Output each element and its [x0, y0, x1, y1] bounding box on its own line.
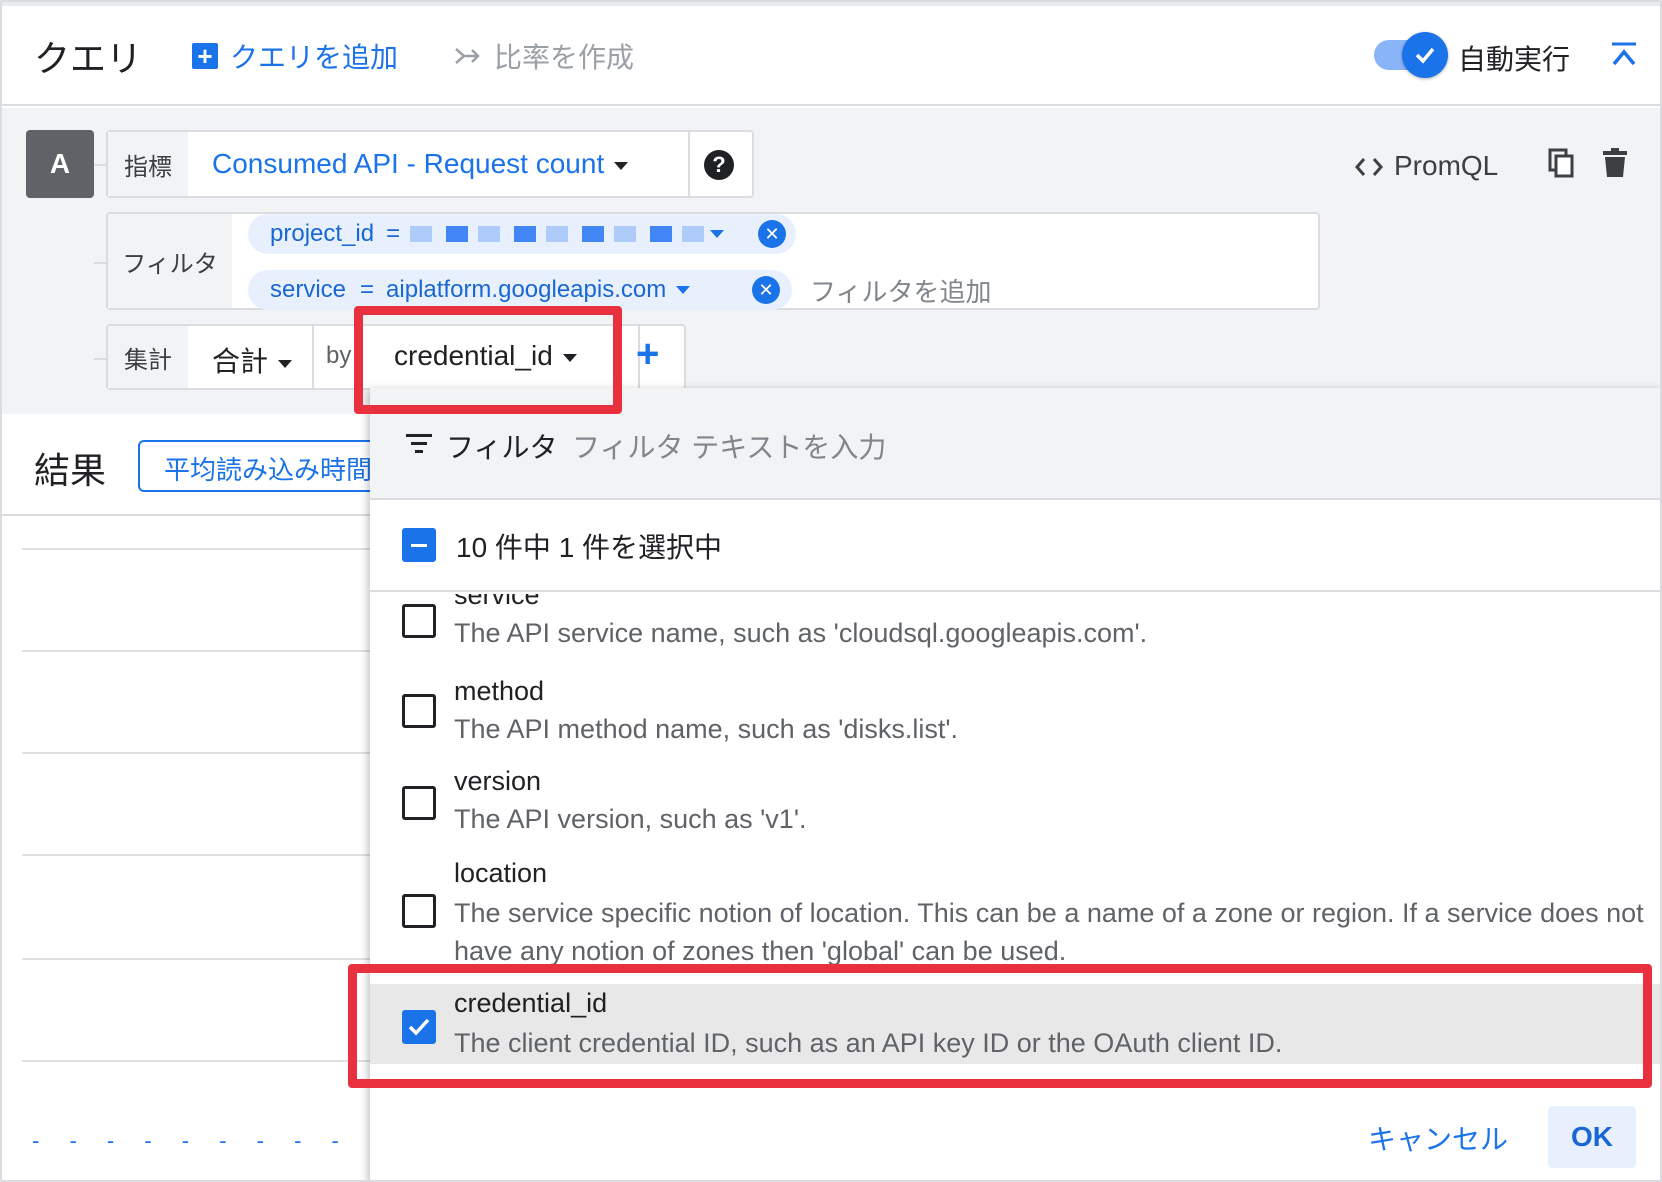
list-item[interactable]: method The API method name, such as 'dis…	[370, 672, 1660, 762]
metric-label: 指標	[108, 132, 188, 196]
caret-down-icon	[676, 286, 691, 294]
results-divider	[2, 514, 372, 516]
add-filter-input[interactable]: フィルタを追加	[810, 272, 991, 309]
caret-down-icon	[278, 359, 293, 368]
query-header: クエリ + クエリを追加 比率を作成 自動実行	[2, 2, 1660, 106]
help-icon[interactable]: ?	[704, 150, 734, 180]
divider	[688, 132, 690, 196]
chart-gridline	[22, 854, 372, 856]
page-title: クエリ	[34, 38, 143, 79]
item-description: The service specific notion of location.…	[454, 898, 1644, 966]
remove-filter-icon[interactable]: ✕	[752, 276, 780, 304]
item-checkbox[interactable]	[402, 694, 436, 728]
chart-gridline	[22, 650, 372, 652]
selection-count: 10 件中 1 件を選択中	[456, 532, 723, 563]
item-checkbox[interactable]	[402, 894, 436, 928]
filter-op: =	[386, 220, 401, 247]
chart-gridline	[22, 548, 372, 550]
by-label: by	[326, 342, 352, 369]
metric-dropdown[interactable]: Consumed API - Request count	[212, 148, 629, 180]
ok-button[interactable]: OK	[1548, 1106, 1636, 1168]
select-all-checkbox[interactable]	[402, 528, 436, 562]
add-query-label: クエリを追加	[230, 42, 399, 73]
copy-icon[interactable]	[1548, 148, 1574, 178]
item-name: version	[454, 766, 542, 796]
chart-gridline	[22, 1060, 372, 1062]
item-description: The API method name, such as 'disks.list…	[454, 714, 959, 744]
panel-footer-divider	[370, 1088, 1660, 1090]
item-name: method	[454, 676, 545, 706]
item-checkbox[interactable]	[402, 786, 436, 820]
filter-value: aiplatform.googleapis.com	[386, 276, 667, 303]
add-group-by-button[interactable]: +	[636, 332, 659, 377]
highlight-box-group-by	[354, 306, 622, 414]
collapse-icon[interactable]	[1606, 38, 1642, 74]
highlight-box-credential	[348, 964, 1652, 1088]
query-editor-frame: クエリ + クエリを追加 比率を作成 自動実行 A 指標 Consumed AP…	[0, 0, 1662, 1182]
create-ratio-label: 比率を作成	[494, 42, 635, 73]
plus-icon: +	[192, 43, 218, 69]
chart-gridline	[22, 752, 372, 754]
results-title: 結果	[34, 450, 107, 491]
create-ratio-button[interactable]: 比率を作成	[454, 36, 634, 76]
caret-down-icon	[710, 230, 725, 238]
aggregation-value: 合計	[212, 346, 269, 377]
filter-chip-service[interactable]: service = aiplatform.googleapis.com ✕	[248, 270, 792, 310]
panel-filter-label: フィルタ	[446, 432, 558, 463]
filter-key: project_id	[270, 220, 375, 247]
add-query-button[interactable]: + クエリを追加	[192, 36, 398, 76]
item-name: service	[454, 594, 540, 610]
toggle-knob	[1402, 32, 1448, 78]
aggregation-dropdown[interactable]: 合計	[212, 340, 293, 380]
promql-button[interactable]: PromQL	[1394, 150, 1498, 182]
filter-list-icon	[406, 434, 432, 453]
list-item[interactable]: service The API service name, such as 'c…	[370, 594, 1660, 672]
auto-run-label: 自動実行	[1458, 44, 1571, 75]
item-name: location	[454, 858, 548, 888]
cancel-button[interactable]: キャンセル	[1368, 1118, 1508, 1158]
list-item[interactable]: version The API version, such as 'v1'.	[370, 762, 1660, 852]
redacted-value	[410, 226, 705, 242]
delete-icon[interactable]	[1602, 148, 1628, 178]
caret-down-icon	[614, 161, 629, 170]
divider	[312, 326, 314, 388]
remove-filter-icon[interactable]: ✕	[758, 220, 786, 248]
filter-label: フィルタ	[108, 214, 232, 308]
code-icon	[1355, 158, 1383, 176]
query-badge: A	[26, 130, 94, 198]
check-icon	[1415, 47, 1435, 64]
aggregation-label: 集計	[108, 326, 188, 388]
results-option-button[interactable]: 平均読み込み時間	[138, 440, 398, 492]
item-description: The API service name, such as 'cloudsql.…	[454, 618, 1148, 648]
filter-key: service	[270, 276, 347, 303]
metric-value: Consumed API - Request count	[212, 148, 605, 179]
item-description: The API version, such as 'v1'.	[454, 804, 807, 834]
filter-op: =	[360, 276, 375, 303]
merge-arrow-icon	[455, 48, 480, 64]
top-divider	[2, 2, 1660, 6]
panel-filter-input[interactable]: フィルタ テキストを入力	[572, 426, 886, 466]
item-checkbox[interactable]	[402, 604, 436, 638]
list-item[interactable]: location The service specific notion of …	[370, 852, 1660, 980]
chart-gridline	[22, 958, 372, 960]
filter-chip-project[interactable]: project_id = ✕	[248, 214, 796, 254]
